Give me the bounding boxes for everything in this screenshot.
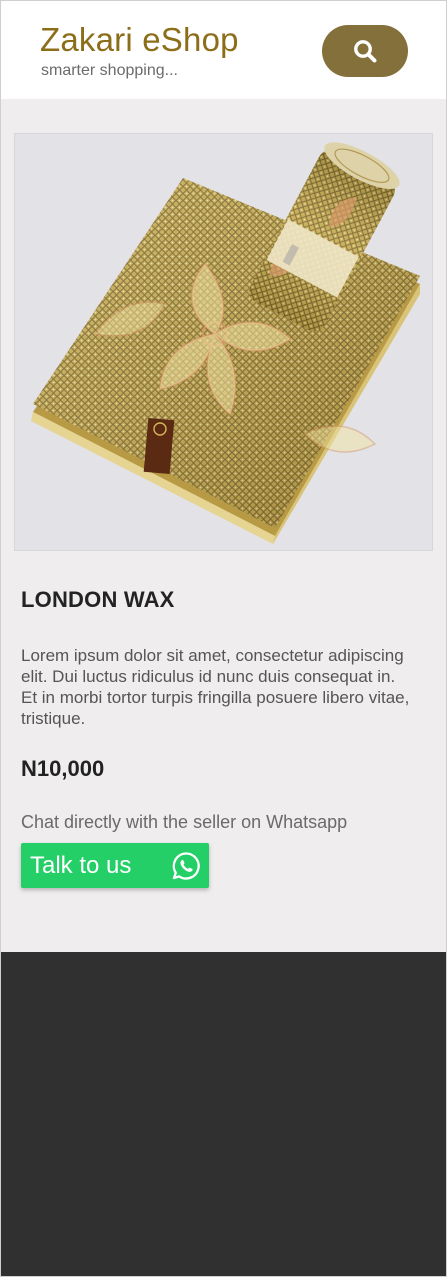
brand-title[interactable]: Zakari eShop <box>40 21 239 59</box>
talk-to-us-button[interactable]: Talk to us <box>21 843 209 888</box>
talk-to-us-label: Talk to us <box>30 851 132 879</box>
product-name: LONDON WAX <box>21 587 175 612</box>
search-icon <box>352 38 378 64</box>
page-footer <box>1 952 446 1276</box>
product-detail: LONDON WAX Lorem ipsum dolor sit amet, c… <box>1 99 446 952</box>
product-image <box>14 133 433 551</box>
chat-note: Chat directly with the seller on Whatsap… <box>21 812 348 832</box>
product-price: N10,000 <box>21 756 105 781</box>
whatsapp-icon <box>171 851 201 881</box>
app-header: Zakari eShop smarter shopping... <box>1 1 446 99</box>
brand-tagline: smarter shopping... <box>41 62 178 79</box>
product-description: Lorem ipsum dolor sit amet, consectetur … <box>21 646 410 728</box>
search-button[interactable] <box>322 25 408 77</box>
